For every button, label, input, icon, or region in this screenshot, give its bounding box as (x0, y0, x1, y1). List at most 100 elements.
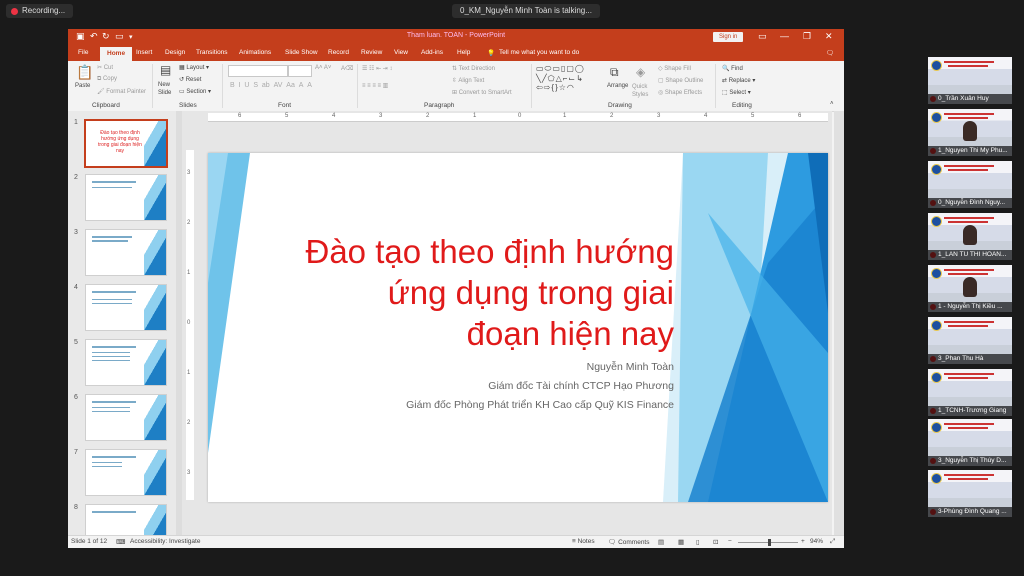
text-direction-button[interactable]: ⇅ Text Direction (452, 65, 495, 72)
slide-thumbnail-2[interactable] (85, 174, 167, 221)
paste-button[interactable]: Paste (75, 83, 90, 89)
format-painter-button[interactable]: 🖌 Format Painter (97, 88, 146, 95)
collapse-ribbon-icon[interactable]: ˄ (830, 101, 834, 107)
cut-button[interactable]: ✂ Cut (97, 64, 113, 71)
shapes-gallery[interactable]: ▭⬭▭▯▢◯ ╲╱⬠△⌐⌙↳ ⇦⇨{}☆◠ (536, 64, 585, 92)
maximize-icon[interactable]: ❐ (803, 31, 811, 42)
zoom-out-icon[interactable]: − (728, 538, 732, 545)
reset-button[interactable]: ↺ Reset (179, 76, 201, 83)
participant-tile[interactable]: 3_Nguyễn Thị Thúy D... (928, 419, 1012, 466)
participant-tile[interactable]: 0_Trần Xuân Huy (928, 57, 1012, 104)
layout-button[interactable]: ▦ Layout ▾ (179, 64, 209, 71)
font-style-buttons[interactable]: B I U S ab AV Aa A A (230, 82, 312, 89)
vertical-ruler[interactable]: 3 2 1 0 1 2 3 (186, 150, 194, 500)
quick-styles-icon[interactable]: ◈ (636, 65, 645, 79)
horizontal-ruler[interactable]: 6 5 4 3 2 1 0 1 2 3 4 5 6 (208, 113, 828, 122)
tab-file[interactable]: File (78, 49, 88, 56)
slide-thumbnail-3[interactable] (85, 229, 167, 276)
paste-icon[interactable]: 📋 (76, 64, 93, 81)
record-icon (11, 7, 18, 15)
zoom-slider-thumb[interactable] (768, 539, 771, 546)
participant-tile[interactable]: 1_LAN TU THI HOAN... (928, 213, 1012, 260)
replace-button[interactable]: ⇄ Replace ▾ (722, 77, 755, 84)
new-slide-icon[interactable]: ▤ (160, 63, 171, 77)
tab-transitions[interactable]: Transitions (196, 49, 228, 56)
participant-name: 1 - Nguyễn Thị Kiều ... (928, 302, 1012, 312)
comments-icon[interactable]: 🗨 (826, 49, 834, 57)
tab-design[interactable]: Design (165, 49, 185, 56)
slide-canvas[interactable]: Đào tạo theo định hướng ứng dụng trong g… (208, 153, 828, 502)
participant-tile[interactable]: 1_TCNH-Trương Giang (928, 369, 1012, 416)
slide-role-1[interactable]: Giám đốc Tài chính CTCP Hạo Phương (274, 380, 674, 392)
accessibility-status[interactable]: Accessibility: Investigate (130, 538, 200, 545)
slide-thumbnail-1[interactable]: Đào tạo theo định hướng ứng dụng trong g… (84, 119, 168, 168)
bullets-icon[interactable]: ☰ ☷ ⇤ ⇥ ↕ (362, 65, 392, 72)
new-slide-button[interactable]: New Slide (158, 81, 176, 97)
slide-title[interactable]: Đào tạo theo định hướng ứng dụng trong g… (274, 231, 675, 354)
slide-role-2[interactable]: Giám đốc Phòng Phát triển KH Cao cấp Quỹ… (274, 399, 674, 411)
ruler-number: 0 (187, 320, 191, 326)
editor-scrollbar[interactable] (834, 111, 844, 535)
tab-slide-show[interactable]: Slide Show (285, 49, 318, 56)
slide-thumbnail-6[interactable] (85, 394, 167, 441)
convert-smartart-button[interactable]: ⊞ Convert to SmartArt (452, 89, 512, 96)
banner-line (948, 273, 988, 275)
zoom-in-icon[interactable]: + (801, 538, 805, 545)
ribbon-display-icon[interactable]: ▭ (758, 31, 767, 42)
reading-view-icon[interactable]: ▯ (696, 538, 700, 546)
arrange-button[interactable]: Arrange (607, 83, 628, 89)
thumbnail-number: 4 (74, 284, 78, 291)
tab-home[interactable]: Home (100, 47, 133, 61)
arrange-icon[interactable]: ⧉ (610, 65, 619, 80)
shape-effects-label: Shape Effects (664, 90, 703, 96)
recording-indicator[interactable]: Recording... (6, 4, 74, 18)
reset-label: Reset (185, 77, 202, 83)
tab-animations[interactable]: Animations (239, 49, 271, 56)
slide-thumbnail-7[interactable] (85, 449, 167, 496)
zoom-slider[interactable] (738, 539, 798, 546)
normal-view-icon[interactable]: ▤ (658, 538, 664, 546)
grow-font-icon[interactable]: A˄ A˅ (315, 65, 331, 71)
thumbnail-graphic (144, 285, 166, 330)
slide-thumbnail-4[interactable] (85, 284, 167, 331)
participant-tile[interactable]: 1 - Nguyễn Thị Kiều ... (928, 265, 1012, 312)
quick-styles-button[interactable]: Quick Styles (632, 83, 652, 99)
align-text-button[interactable]: ⇳ Align Text (452, 77, 484, 84)
slide-sorter-icon[interactable]: ▦ (678, 538, 684, 546)
spelling-icon[interactable]: ⌨ (116, 538, 125, 546)
clear-format-icon[interactable]: A⌫ (341, 65, 354, 72)
notes-button[interactable]: ≡ Notes (572, 538, 595, 545)
section-button[interactable]: ▭ Section ▾ (179, 88, 211, 95)
participant-tile[interactable]: 1_Nguyen Thi My Phu... (928, 109, 1012, 156)
ruler-number: 2 (187, 220, 191, 226)
font-name-input[interactable] (228, 65, 288, 77)
font-size-input[interactable] (288, 65, 312, 77)
participant-tile[interactable]: 3-Phùng Đình Quang ... (928, 470, 1012, 517)
zoom-level[interactable]: 94% (810, 538, 823, 545)
tab-insert[interactable]: Insert (136, 49, 152, 56)
shape-outline-button[interactable]: ▢ Shape Outline (658, 77, 703, 84)
find-button[interactable]: 🔍 Find (722, 65, 743, 72)
tab-review[interactable]: Review (361, 49, 382, 56)
sign-in-button[interactable]: Sign in (713, 32, 744, 42)
tab-record[interactable]: Record (328, 49, 349, 56)
select-button[interactable]: ⬚ Select ▾ (722, 89, 751, 96)
shape-fill-button[interactable]: ◇ Shape Fill (658, 65, 691, 72)
participant-tile[interactable]: 0_Nguyễn Đình Nguy... (928, 161, 1012, 208)
shape-effects-button[interactable]: ◎ Shape Effects (658, 89, 702, 96)
tab-help[interactable]: Help (457, 49, 470, 56)
tell-me-search[interactable]: Tell me what you want to do (499, 49, 579, 56)
align-icons[interactable]: ≡ ≡ ≡ ≡ ▥ (362, 82, 388, 89)
slide-author[interactable]: Nguyễn Minh Toàn (274, 361, 674, 373)
fit-slide-icon[interactable]: ⤢ (830, 538, 835, 546)
copy-button[interactable]: ⧉ Copy (97, 76, 117, 83)
participant-tile[interactable]: 3_Phan Thu Hà (928, 317, 1012, 364)
slideshow-icon[interactable]: ⊡ (713, 538, 718, 546)
minimize-icon[interactable]: — (780, 31, 789, 41)
comments-button[interactable]: 🗨 Comments (608, 538, 650, 546)
tab-add-ins[interactable]: Add-ins (421, 49, 443, 56)
slide-thumbnail-5[interactable] (85, 339, 167, 386)
slide-thumbnail-8[interactable] (85, 504, 167, 536)
close-icon[interactable]: ✕ (825, 31, 833, 42)
tab-view[interactable]: View (394, 49, 408, 56)
